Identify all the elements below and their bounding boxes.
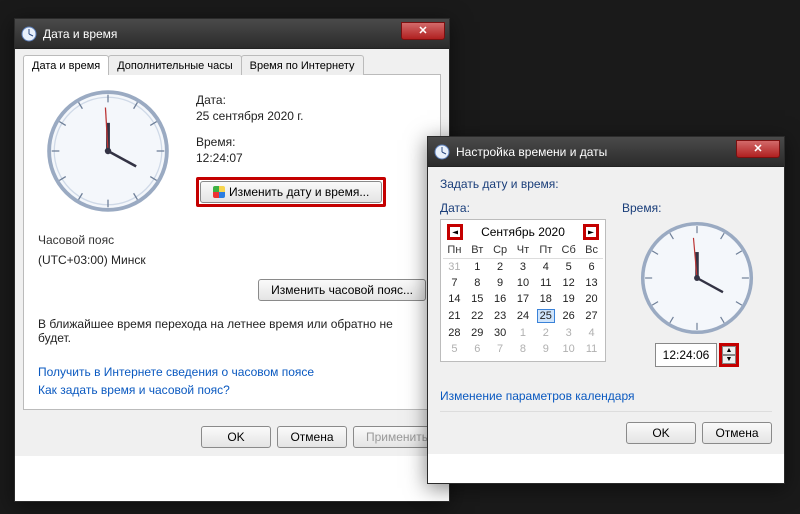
ok-button[interactable]: OK [626, 422, 696, 444]
calendar-day[interactable]: 13 [580, 275, 603, 291]
tab-datetime[interactable]: Дата и время [23, 55, 109, 75]
calendar-day[interactable]: 10 [512, 275, 535, 291]
date-label: Дата: [196, 93, 426, 107]
panel-datetime: Дата: 25 сентября 2020 г. Время: 12:24:0… [23, 75, 441, 410]
calendar-day[interactable]: 4 [580, 325, 603, 341]
calendar-day[interactable]: 1 [512, 325, 535, 341]
month-title: Сентябрь 2020 [481, 225, 565, 239]
calendar-day[interactable]: 5 [443, 341, 466, 357]
close-button[interactable]: ✕ [736, 140, 780, 158]
header-label: Задать дату и время: [440, 177, 772, 191]
calendar-day[interactable]: 8 [512, 341, 535, 357]
weekday-header: Сб [557, 242, 580, 259]
date-value: 25 сентября 2020 г. [196, 109, 426, 123]
calendar-day[interactable]: 25 [534, 307, 557, 325]
calendar-day[interactable]: 31 [443, 259, 466, 276]
calendar-day[interactable]: 7 [443, 275, 466, 291]
calendar-day[interactable]: 2 [534, 325, 557, 341]
calendar-day[interactable]: 12 [557, 275, 580, 291]
titlebar[interactable]: Дата и время ✕ [15, 19, 449, 49]
time-value: 12:24:07 [196, 151, 426, 165]
link-timezone-info[interactable]: Получить в Интернете сведения о часовом … [38, 365, 314, 379]
calendar-day[interactable]: 11 [580, 341, 603, 357]
calendar-day[interactable]: 19 [557, 291, 580, 307]
analog-clock [38, 87, 178, 215]
calendar-day[interactable]: 9 [534, 341, 557, 357]
calendar-day[interactable]: 5 [557, 259, 580, 276]
dst-note: В ближайшее время перехода на летнее вре… [38, 317, 426, 345]
calendar-day[interactable]: 14 [443, 291, 466, 307]
weekday-header: Вт [466, 242, 489, 259]
calendar-day[interactable]: 6 [466, 341, 489, 357]
date-label: Дата: [440, 201, 606, 215]
tab-additional-clocks[interactable]: Дополнительные часы [108, 55, 241, 75]
calendar-day[interactable]: 2 [489, 259, 512, 276]
calendar: ◄ Сентябрь 2020 ► ПнВтСрЧтПтСбВс 3112345… [440, 219, 606, 362]
clock-icon [21, 26, 37, 42]
highlight-change-datetime: Изменить дату и время... [196, 177, 386, 207]
weekday-header: Ср [489, 242, 512, 259]
timezone-label: Часовой пояс [38, 233, 426, 247]
time-label: Время: [622, 201, 772, 215]
tabs: Дата и время Дополнительные часы Время п… [23, 55, 441, 75]
calendar-day[interactable]: 26 [557, 307, 580, 325]
cancel-button[interactable]: Отмена [277, 426, 347, 448]
calendar-day[interactable]: 30 [489, 325, 512, 341]
prev-month-button[interactable]: ◄ [447, 224, 463, 240]
calendar-day[interactable]: 4 [534, 259, 557, 276]
calendar-day[interactable]: 24 [512, 307, 535, 325]
weekday-header: Пт [534, 242, 557, 259]
calendar-day[interactable]: 18 [534, 291, 557, 307]
date-time-window: Дата и время ✕ Дата и время Дополнительн… [14, 18, 450, 502]
calendar-day[interactable]: 6 [580, 259, 603, 276]
cancel-button[interactable]: Отмена [702, 422, 772, 444]
tab-internet-time[interactable]: Время по Интернету [241, 55, 364, 75]
weekday-header: Вс [580, 242, 603, 259]
calendar-day[interactable]: 10 [557, 341, 580, 357]
calendar-day[interactable]: 29 [466, 325, 489, 341]
calendar-day[interactable]: 3 [512, 259, 535, 276]
time-down-button[interactable]: ▼ [722, 355, 736, 364]
calendar-day[interactable]: 21 [443, 307, 466, 325]
calendar-grid: ПнВтСрЧтПтСбВс 3112345678910111213141516… [443, 242, 603, 357]
calendar-day[interactable]: 7 [489, 341, 512, 357]
calendar-day[interactable]: 23 [489, 307, 512, 325]
calendar-day[interactable]: 1 [466, 259, 489, 276]
change-timezone-button[interactable]: Изменить часовой пояс... [258, 279, 426, 301]
calendar-day[interactable]: 22 [466, 307, 489, 325]
change-datetime-button[interactable]: Изменить дату и время... [200, 181, 382, 203]
time-label: Время: [196, 135, 426, 149]
calendar-day[interactable]: 28 [443, 325, 466, 341]
calendar-day[interactable]: 15 [466, 291, 489, 307]
time-spinner: ▲ ▼ [655, 343, 739, 367]
analog-clock-small [638, 219, 756, 337]
ok-button[interactable]: OK [201, 426, 271, 448]
calendar-day[interactable]: 9 [489, 275, 512, 291]
calendar-day[interactable]: 8 [466, 275, 489, 291]
weekday-header: Пн [443, 242, 466, 259]
highlight-spinner: ▲ ▼ [719, 343, 739, 367]
window-title: Настройка времени и даты [456, 145, 736, 159]
link-calendar-params[interactable]: Изменение параметров календаря [440, 389, 635, 403]
clock-icon [434, 144, 450, 160]
calendar-day[interactable]: 16 [489, 291, 512, 307]
footer-buttons: OK Отмена Применить [23, 416, 441, 448]
time-input[interactable] [655, 343, 717, 367]
timezone-value: (UTC+03:00) Минск [38, 253, 426, 267]
window-title: Дата и время [43, 27, 401, 41]
link-how-set-time[interactable]: Как задать время и часовой пояс? [38, 383, 230, 397]
calendar-day[interactable]: 20 [580, 291, 603, 307]
titlebar[interactable]: Настройка времени и даты ✕ [428, 137, 784, 167]
close-button[interactable]: ✕ [401, 22, 445, 40]
calendar-day[interactable]: 3 [557, 325, 580, 341]
calendar-day[interactable]: 11 [534, 275, 557, 291]
time-up-button[interactable]: ▲ [722, 346, 736, 355]
calendar-day[interactable]: 17 [512, 291, 535, 307]
weekday-header: Чт [512, 242, 535, 259]
next-month-button[interactable]: ► [583, 224, 599, 240]
calendar-day[interactable]: 27 [580, 307, 603, 325]
datetime-settings-window: Настройка времени и даты ✕ Задать дату и… [427, 136, 785, 484]
